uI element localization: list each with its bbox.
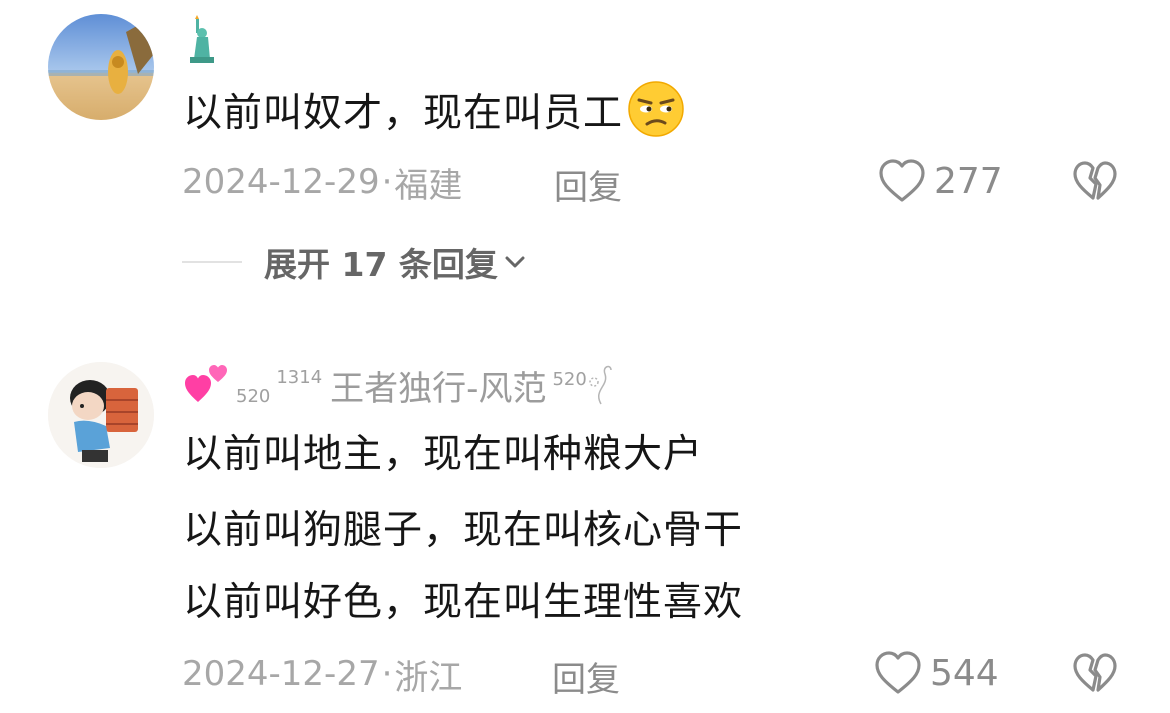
username-tag-520-suffix: 520 xyxy=(552,368,587,390)
reply-button[interactable]: 回复 xyxy=(552,652,620,701)
like-count: 277 xyxy=(934,160,1003,202)
comment-location: 福建 xyxy=(394,165,463,206)
dislike-button[interactable] xyxy=(1072,160,1118,208)
avatar-image xyxy=(48,14,154,120)
heart-icon xyxy=(878,158,926,204)
comment-item: 520 1314 王者独行-风范 520 以前叫地主，现在叫种粮大户 以前叫狗腿… xyxy=(0,330,1170,713)
like-button[interactable]: 277 xyxy=(878,158,1003,204)
avatar[interactable] xyxy=(48,362,154,468)
username-tag-520: 520 xyxy=(236,385,271,407)
comment-location: 浙江 xyxy=(394,657,463,698)
like-button[interactable]: 544 xyxy=(874,650,999,696)
comment-line: 以前叫好色，现在叫生理性喜欢 xyxy=(183,580,744,625)
two-hearts-icon xyxy=(184,362,230,408)
curl-decoration-icon xyxy=(587,360,615,410)
comment-line: 以前叫奴才，现在叫员工 xyxy=(183,91,624,136)
username-tag-1314: 1314 xyxy=(276,366,323,388)
unamused-face-icon xyxy=(627,80,685,151)
comment-item: 以前叫奴才，现在叫员工 2024-12-29 · 福建 回复 277 展开 17… xyxy=(0,0,1170,300)
reply-button[interactable]: 回复 xyxy=(554,160,622,209)
comment-line: 以前叫狗腿子，现在叫核心骨干 xyxy=(183,508,744,553)
like-count: 544 xyxy=(930,652,999,694)
divider-line xyxy=(182,261,242,263)
expand-replies-label: 展开 17 条回复 xyxy=(264,245,498,284)
chevron-down-icon xyxy=(504,254,526,270)
heart-icon xyxy=(874,650,922,696)
avatar-image xyxy=(48,362,154,468)
comment-date: 2024-12-29 xyxy=(182,162,380,202)
avatar[interactable] xyxy=(48,14,154,120)
username-row xyxy=(184,12,218,64)
username-row: 520 1314 王者独行-风范 520 xyxy=(184,360,615,410)
comment-line: 以前叫地主，现在叫种粮大户 xyxy=(183,432,704,477)
broken-heart-icon xyxy=(1072,652,1118,696)
comment-meta: 2024-12-27 · 浙江 xyxy=(182,652,463,698)
meta-separator: · xyxy=(381,654,393,694)
comment-meta: 2024-12-29 · 福建 xyxy=(182,160,463,206)
comment-date: 2024-12-27 xyxy=(182,654,380,694)
comment-text: 以前叫奴才，现在叫员工 xyxy=(183,80,685,151)
username[interactable]: 王者独行-风范 xyxy=(330,361,546,410)
statue-of-liberty-icon xyxy=(184,13,218,63)
meta-separator: · xyxy=(381,162,393,202)
dislike-button[interactable] xyxy=(1072,652,1118,700)
expand-replies[interactable]: 展开 17 条回复 xyxy=(182,238,526,286)
broken-heart-icon xyxy=(1072,160,1118,204)
